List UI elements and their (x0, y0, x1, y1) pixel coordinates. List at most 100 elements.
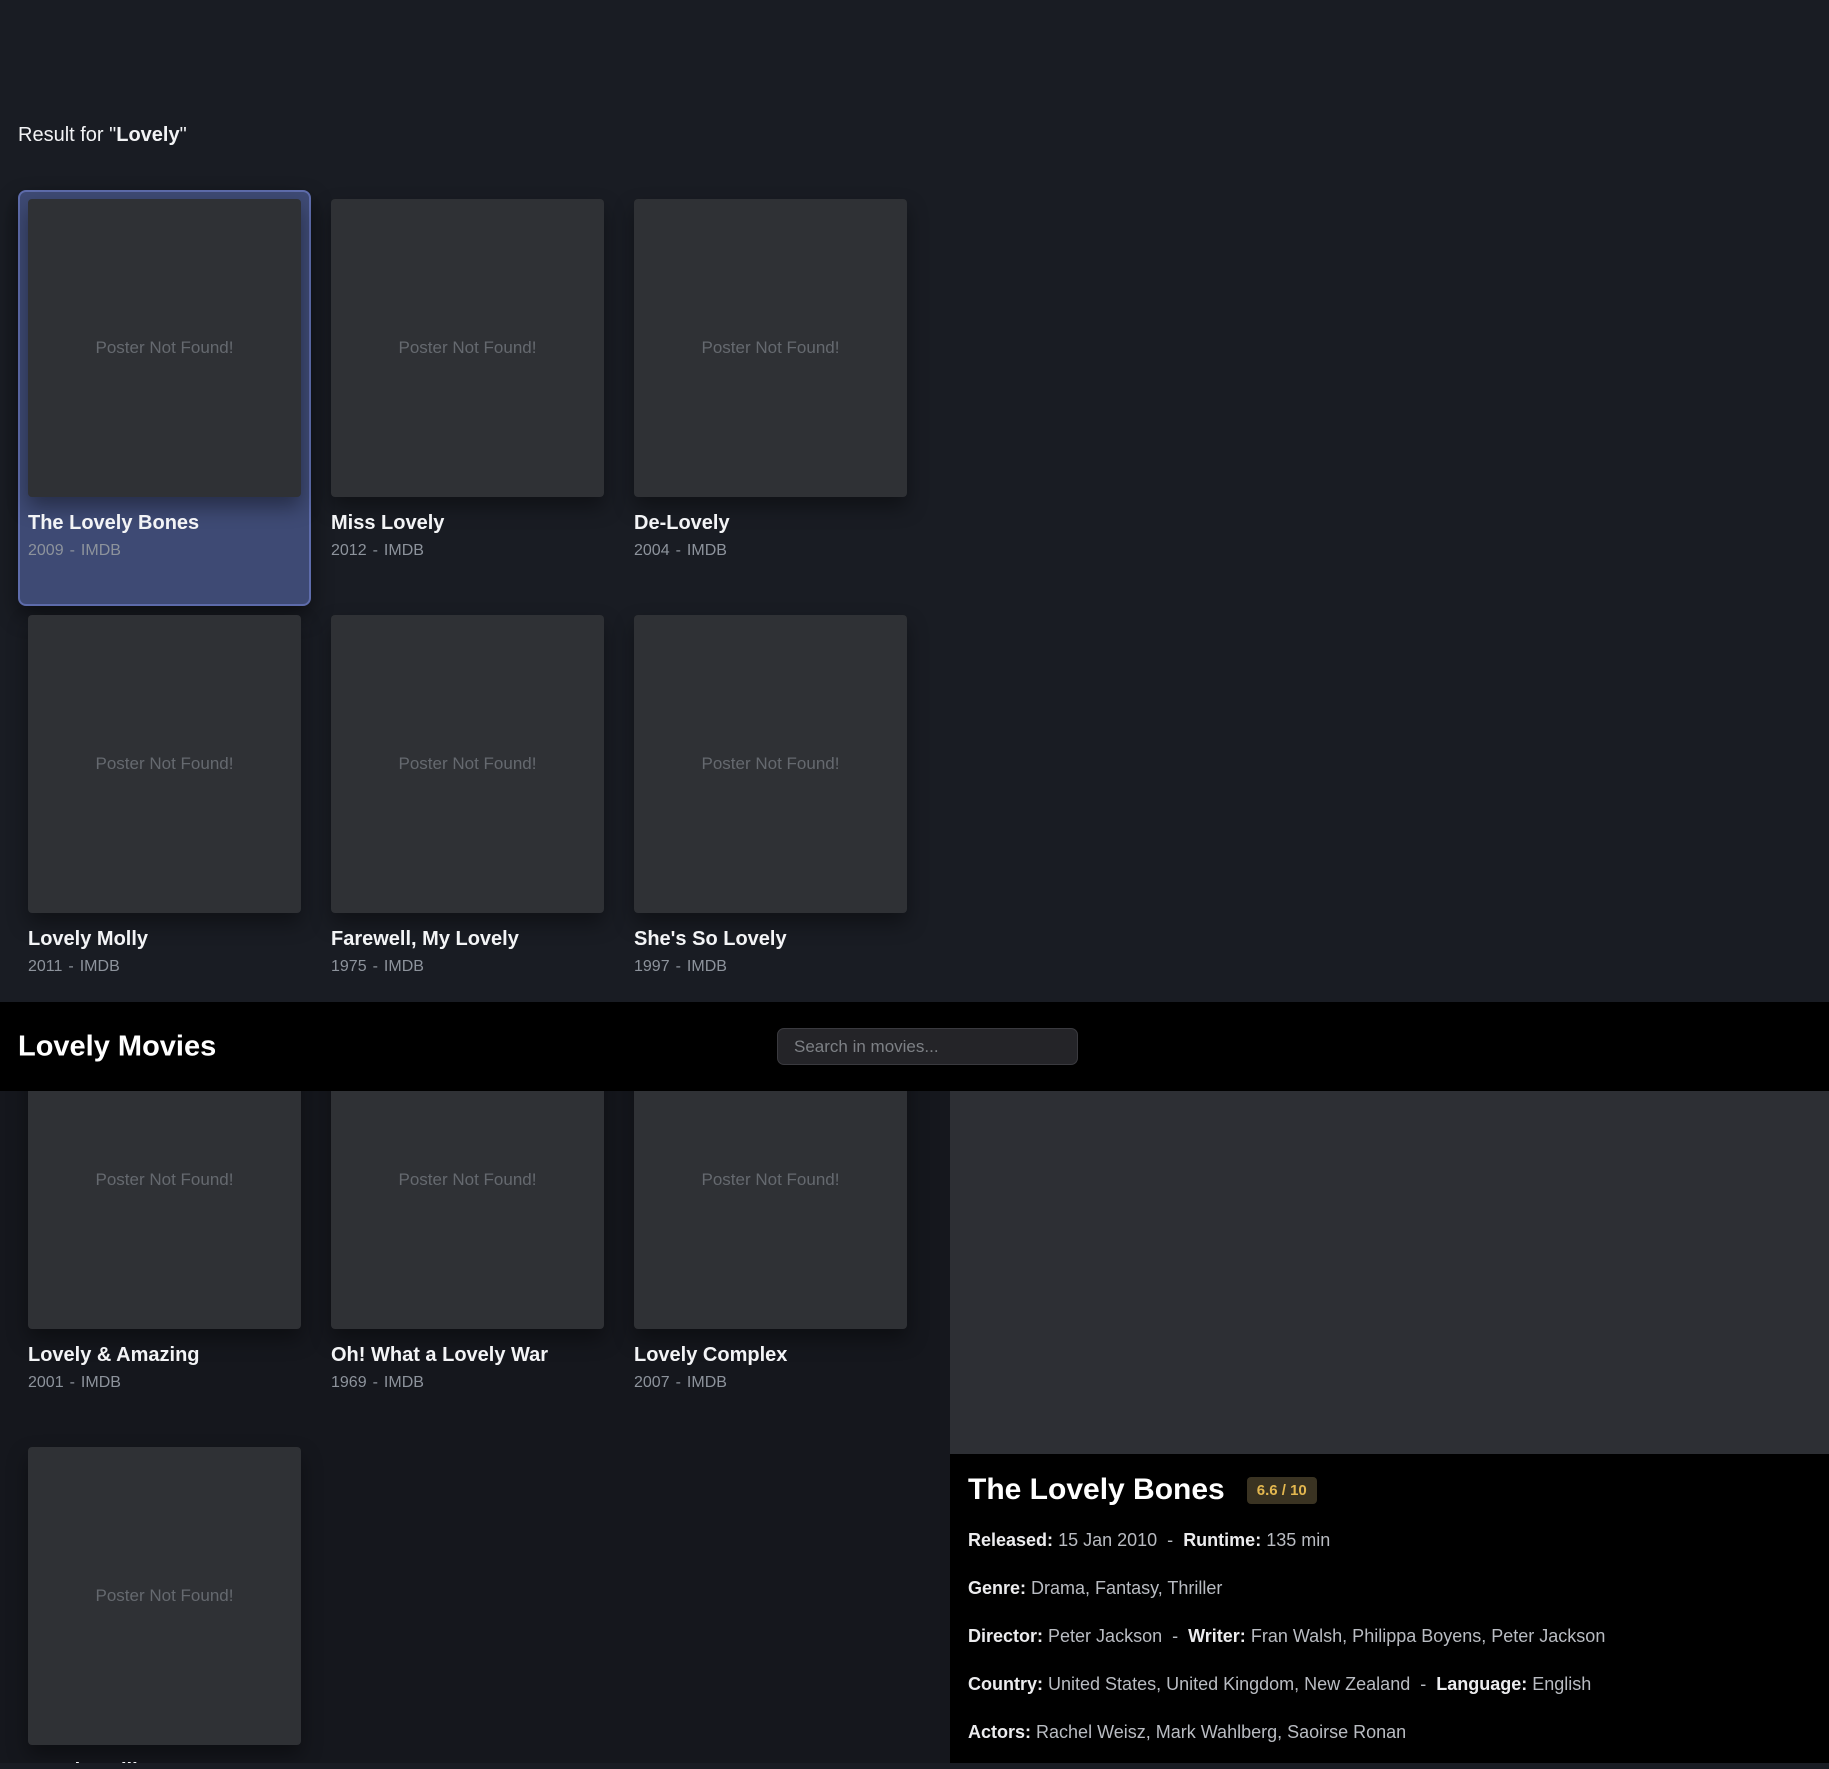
detail-label: Country: (968, 1674, 1043, 1694)
meta-separator: - (675, 958, 681, 975)
detail-value: 15 Jan 2010 (1058, 1530, 1158, 1550)
movie-meta: 2012- IMDB (331, 541, 604, 560)
poster-not-found-text: Poster Not Found! (398, 754, 537, 773)
movie-year: 2001 (28, 1374, 64, 1391)
movie-poster-placeholder: Poster Not Found! (331, 199, 604, 497)
movie-card[interactable]: Poster Not Found! She's So Lovely 1997- I… (624, 606, 917, 1022)
detail-body: The Lovely Bones 6.6 / 10 Released: 15 J… (968, 1473, 1805, 1769)
detail-label2: Runtime: (1183, 1530, 1262, 1550)
detail-row-director: Director: Peter Jackson - Writer: Fran W… (968, 1625, 1805, 1647)
movie-source: IMDB (80, 542, 121, 559)
app-header: Lovely Movies (0, 1002, 1829, 1091)
detail-row-actors: Actors: Rachel Weisz, Mark Wahlberg, Sao… (968, 1721, 1805, 1743)
detail-value2: 135 min (1266, 1530, 1331, 1550)
movie-source: IMDB (383, 542, 424, 559)
movie-year: 2012 (331, 542, 367, 559)
movie-title: De-Lovely (634, 512, 730, 534)
results-heading-suffix: " (179, 124, 187, 146)
poster-not-found-text: Poster Not Found! (95, 754, 234, 773)
poster-not-found-text: Poster Not Found! (398, 1170, 537, 1189)
movie-year: 2011 (28, 958, 63, 975)
rating-badge: 6.6 / 10 (1246, 1476, 1317, 1504)
detail-label: Genre: (968, 1578, 1027, 1598)
movie-card[interactable]: Poster Not Found! Farewell, My Lovely 19… (321, 606, 614, 1022)
detail-label: Director: (968, 1626, 1044, 1646)
movie-meta: 1969- IMDB (331, 1373, 604, 1392)
results-query: Lovely (116, 124, 180, 146)
movie-source: IMDB (80, 1374, 121, 1391)
movie-meta: 1997- IMDB (634, 957, 907, 976)
movie-year: 1997 (634, 958, 670, 975)
movie-source: IMDB (79, 958, 120, 975)
movie-title: The Lovely Bones (28, 512, 200, 534)
movie-title: Miss Lovely (331, 512, 445, 534)
movie-source: IMDB (383, 1374, 424, 1391)
results-heading-prefix: Result for " (18, 124, 117, 146)
detail-poster-placeholder (950, 1091, 1829, 1454)
movie-meta: 2011- IMDB (28, 957, 301, 976)
movie-title: She's So Lovely (634, 928, 787, 950)
movie-poster-placeholder: Poster Not Found! (28, 199, 301, 497)
detail-value: Peter Jackson (1048, 1626, 1163, 1646)
movie-meta: 2004- IMDB (634, 541, 907, 560)
movie-poster-placeholder: Poster Not Found! (634, 199, 907, 497)
movie-card[interactable]: Poster Not Found! Lovely & Amazing 2001-… (18, 1091, 311, 1438)
results-section: Result for "Lovely" Poster Not Found! Th… (0, 0, 1829, 1002)
detail-label: Released: (968, 1530, 1054, 1550)
poster-not-found-text: Poster Not Found! (95, 1170, 234, 1189)
meta-separator: - (675, 542, 681, 559)
detail-value: United States, United Kingdom, New Zeala… (1048, 1674, 1411, 1694)
movie-card[interactable]: Poster Not Found! Miss Lovely 2012- IMDB (321, 190, 614, 606)
meta-separator: - (68, 958, 74, 975)
movie-title: Lovely & Amazing (28, 1344, 200, 1366)
movie-source: IMDB (686, 542, 727, 559)
movie-card[interactable]: Poster Not Found! Lovely, Still (18, 1438, 311, 1763)
movie-card[interactable]: Poster Not Found! De-Lovely 2004- IMDB (624, 190, 917, 606)
meta-separator: - (675, 1374, 681, 1391)
meta-separator: - (372, 958, 378, 975)
movie-detail-panel: The Lovely Bones 6.6 / 10 Released: 15 J… (950, 1091, 1829, 1763)
detail-value2: English (1532, 1674, 1592, 1694)
movie-year: 2009 (28, 542, 64, 559)
detail-row-released: Released: 15 Jan 2010 - Runtime: 135 min (968, 1529, 1805, 1551)
app-title: Lovely Movies (18, 1030, 217, 1062)
detail-value2: Fran Walsh, Philippa Boyens, Peter Jacks… (1250, 1626, 1606, 1646)
poster-not-found-text: Poster Not Found! (398, 338, 537, 357)
bottom-section: Poster Not Found! Lovely & Amazing 2001 -… (0, 1091, 1829, 1763)
detail-value: Rachel Weisz, Mark Wahlberg, Saoirse Ron… (1036, 1722, 1407, 1742)
movie-card[interactable]: Poster Not Found! Oh! What a Lovely War … (321, 1091, 614, 1438)
movie-poster-placeholder: Poster Not Found! (28, 1091, 301, 1329)
poster-not-found-text: Poster Not Found! (701, 338, 840, 357)
detail-separator: - (1172, 1626, 1179, 1646)
poster-not-found-text: Poster Not Found! (95, 1586, 234, 1605)
detail-label2: Writer: (1188, 1626, 1246, 1646)
movie-year: 1975 (331, 958, 367, 975)
movie-poster-placeholder: Poster Not Found! (634, 615, 907, 913)
movie-year: 2004 (634, 542, 670, 559)
movie-title: Farewell, My Lovely (331, 928, 519, 950)
detail-value: Drama, Fantasy, Thriller (1031, 1578, 1223, 1598)
movie-meta: 1975- IMDB (331, 957, 604, 976)
results-grid-bottom: Poster Not Found! Lovely & Amazing 2001 -… (18, 1091, 917, 1763)
movie-source: IMDB (686, 1374, 727, 1391)
detail-separator: - (1420, 1674, 1427, 1694)
movie-source: IMDB (686, 958, 727, 975)
detail-row-country: Country: United States, United Kingdom, … (968, 1673, 1805, 1695)
poster-not-found-text: Poster Not Found! (701, 1170, 840, 1189)
movie-card-selected[interactable]: Poster Not Found! The Lovely Bones 2009-… (18, 190, 311, 606)
movie-year: 1969 (331, 1374, 367, 1391)
meta-separator: - (69, 542, 75, 559)
meta-separator: - (372, 542, 378, 559)
search-input[interactable] (777, 1028, 1078, 1065)
movie-card[interactable]: Poster Not Found! Lovely Molly 2011- IMDB (18, 606, 311, 1022)
detail-title-row: The Lovely Bones 6.6 / 10 (968, 1473, 1805, 1507)
movie-title: Oh! What a Lovely War (331, 1344, 549, 1366)
movie-title: Lovely Molly (28, 928, 149, 950)
detail-separator: - (1167, 1530, 1174, 1550)
results-heading: Result for "Lovely" (18, 124, 187, 147)
detail-title: The Lovely Bones (968, 1473, 1225, 1506)
movie-poster-placeholder: Poster Not Found! (28, 615, 301, 913)
movie-poster-placeholder: Poster Not Found! (331, 1091, 604, 1329)
movie-card[interactable]: Poster Not Found! Lovely Complex 2007- IM… (624, 1091, 917, 1438)
movie-source: IMDB (383, 958, 424, 975)
